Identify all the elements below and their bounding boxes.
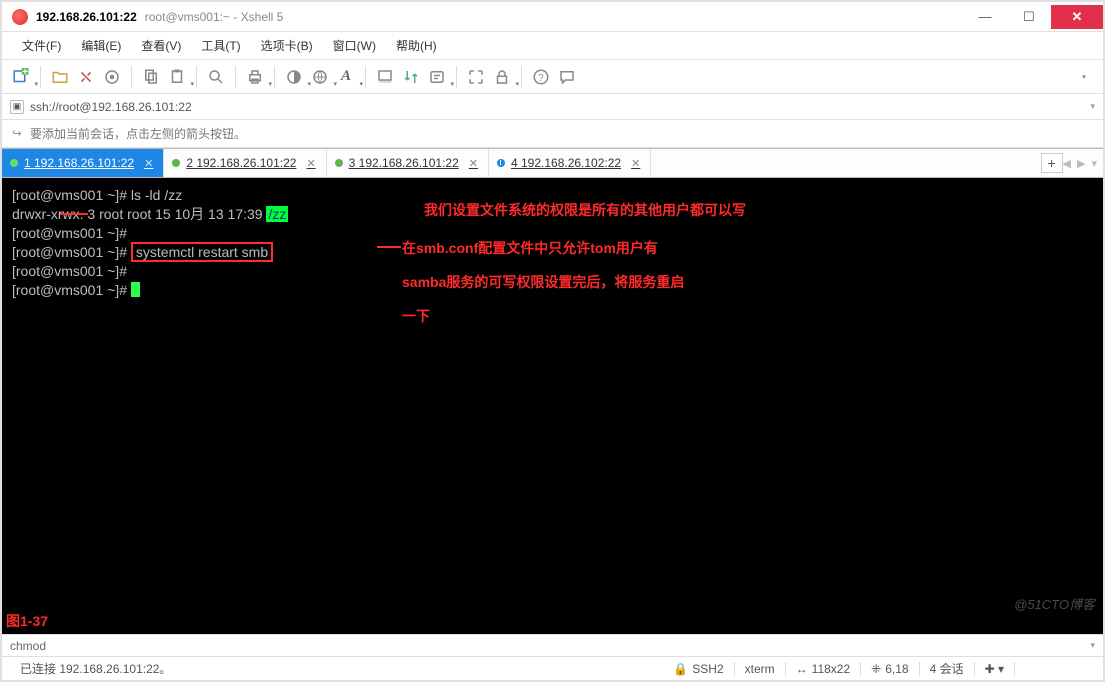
tab-close-icon[interactable]: ✕ (306, 157, 315, 170)
url-text[interactable]: ssh://root@192.168.26.101:22 (30, 100, 1090, 114)
address-bar: ▣ ssh://root@192.168.26.101:22 ▾ (2, 94, 1103, 120)
menubar: 文件(F) 编辑(E) 查看(V) 工具(T) 选项卡(B) 窗口(W) 帮助(… (2, 32, 1103, 60)
copy-button[interactable] (138, 64, 164, 90)
open-button[interactable] (47, 64, 73, 90)
figure-label: 图1-37 (6, 612, 48, 630)
cursor (131, 282, 140, 297)
tab-label: 1 192.168.26.101:22 (24, 156, 134, 170)
status-dot-icon (10, 159, 18, 167)
status-cursor-pos: ⁜6,18 (861, 662, 918, 676)
chat-button[interactable] (554, 64, 580, 90)
session-tab[interactable]: 4 192.168.26.102:22 ✕ (489, 149, 651, 177)
watermark: @51CTO博客 (1014, 595, 1095, 614)
tab-close-icon[interactable]: ✕ (144, 157, 153, 170)
status-dot-icon (497, 159, 505, 167)
toolbar: ▾ ▾ ▾ ▾ ▾ A▾ ▾ ▾ ? ▾ (2, 60, 1103, 94)
annotation-4: 一下 (402, 302, 430, 330)
lock-icon: 🔒 (673, 662, 688, 676)
menu-tabs[interactable]: 选项卡(B) (251, 37, 323, 54)
status-protocol: 🔒SSH2 (663, 662, 733, 676)
tab-strip: 1 192.168.26.101:22 ✕ 2 192.168.26.101:22 ✕… (2, 148, 1103, 178)
tab-label: 2 192.168.26.101:22 (186, 156, 296, 170)
boxed-command: systemctl restart smb (131, 242, 273, 262)
hint-text: 要添加当前会话，点击左侧的箭头按钮。 (30, 125, 246, 142)
tab-label: 3 192.168.26.101:22 (349, 156, 459, 170)
tab-label: 4 192.168.26.102:22 (511, 156, 621, 170)
help-button[interactable]: ? (528, 64, 554, 90)
add-tab-button[interactable]: + (1041, 153, 1063, 173)
toolbar-overflow[interactable]: ▾ (1071, 64, 1097, 90)
svg-text:?: ? (538, 72, 544, 83)
highlighted-dir: /zz (266, 206, 288, 222)
tab-close-icon[interactable]: ✕ (631, 157, 640, 170)
properties-button[interactable] (99, 64, 125, 90)
tab-close-icon[interactable]: ✕ (469, 157, 478, 170)
status-sessions: 4 会话 (920, 660, 974, 677)
window-subtitle: root@vms001:~ - Xshell 5 (145, 10, 284, 24)
status-connection: 已连接 192.168.26.101:22。 (10, 660, 181, 677)
tab-menu-icon[interactable]: ▾ (1091, 157, 1097, 170)
status-dot-icon (335, 159, 343, 167)
close-button[interactable]: ✕ (1051, 5, 1103, 29)
new-session-button[interactable]: ▾ (8, 64, 34, 90)
menu-view[interactable]: 查看(V) (131, 37, 191, 54)
encoding-button[interactable]: ▾ (307, 64, 333, 90)
transfer-button[interactable] (398, 64, 424, 90)
connector-line (377, 246, 401, 248)
menu-edit[interactable]: 编辑(E) (71, 37, 131, 54)
reconnect-button[interactable] (73, 64, 99, 90)
annotation-2: 在smb.conf配置文件中只允许tom用户有 (402, 234, 658, 262)
lock-button[interactable]: ▾ (489, 64, 515, 90)
session-shortcut-icon[interactable]: ▣ (10, 100, 24, 114)
find-button[interactable] (203, 64, 229, 90)
color-scheme-button[interactable]: ▾ (281, 64, 307, 90)
annotation-1: 我们设置文件系统的权限是所有的其他用户都可以写 (424, 196, 746, 224)
window-title: 192.168.26.101:22 (36, 10, 137, 24)
maximize-button[interactable]: ☐ (1007, 5, 1051, 29)
annotation-3: samba服务的可写权限设置完后，将服务重启 (402, 268, 684, 296)
font-button[interactable]: A▾ (333, 64, 359, 90)
status-termtype: xterm (735, 662, 785, 676)
session-tab[interactable]: 1 192.168.26.101:22 ✕ (2, 149, 164, 177)
script-button[interactable] (372, 64, 398, 90)
command-input-text: chmod (10, 639, 46, 653)
session-tab[interactable]: 3 192.168.26.101:22 ✕ (327, 149, 489, 177)
menu-help[interactable]: 帮助(H) (386, 37, 447, 54)
menu-tools[interactable]: 工具(T) (191, 37, 250, 54)
command-input-bar[interactable]: chmod ▾ (2, 634, 1103, 656)
macro-button[interactable]: ▾ (424, 64, 450, 90)
hint-bar: ↪ 要添加当前会话，点击左侧的箭头按钮。 (2, 120, 1103, 148)
underline-perm (60, 213, 88, 215)
print-button[interactable]: ▾ (242, 64, 268, 90)
input-dropdown-icon[interactable]: ▾ (1090, 640, 1095, 651)
status-bar: 已连接 192.168.26.101:22。 🔒SSH2 xterm ↔118x… (2, 656, 1103, 680)
addr-dropdown-icon[interactable]: ▾ (1090, 101, 1095, 112)
session-tab[interactable]: 2 192.168.26.101:22 ✕ (164, 149, 326, 177)
paste-button[interactable]: ▾ (164, 64, 190, 90)
app-icon (12, 9, 28, 25)
pos-icon: ⁜ (871, 662, 881, 676)
fullscreen-button[interactable] (463, 64, 489, 90)
size-icon: ↔ (796, 662, 808, 676)
titlebar: 192.168.26.101:22 root@vms001:~ - Xshell… (2, 2, 1103, 32)
status-size: ↔118x22 (786, 662, 860, 676)
tab-prev-icon[interactable]: ◀ (1063, 157, 1071, 170)
status-plus-icon[interactable]: ✚ ▾ (975, 662, 1014, 676)
status-dot-icon (172, 159, 180, 167)
menu-window[interactable]: 窗口(W) (323, 37, 386, 54)
minimize-button[interactable]: — (963, 5, 1007, 29)
tab-next-icon[interactable]: ▶ (1077, 157, 1085, 170)
menu-file[interactable]: 文件(F) (12, 37, 71, 54)
tab-nav: ◀ ▶ ▾ (1063, 157, 1103, 170)
terminal[interactable]: [root@vms001 ~]# ls -ld /zz drwxr-xrwx. … (2, 178, 1103, 634)
add-session-arrow-icon[interactable]: ↪ (10, 127, 24, 141)
